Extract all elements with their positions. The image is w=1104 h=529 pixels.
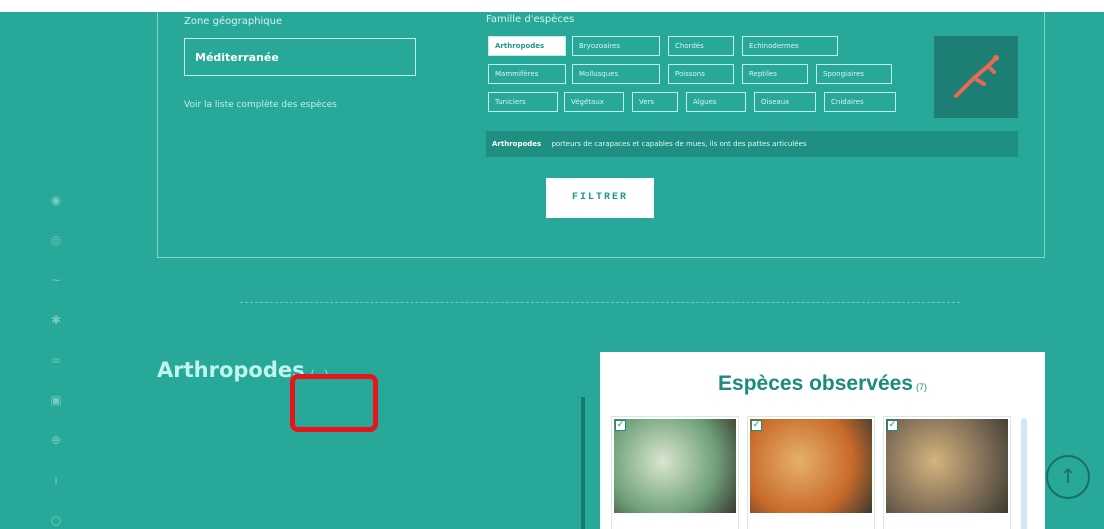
family-chip[interactable]: Vers	[632, 92, 678, 112]
home-icon[interactable]: ◉	[48, 192, 64, 208]
section-title: Arthropodes	[157, 358, 305, 382]
section-divider	[240, 302, 960, 303]
description-title: Arthropodes	[492, 140, 542, 148]
family-chip[interactable]: Reptiles	[742, 64, 808, 84]
globe-icon[interactable]: ⊕	[48, 432, 64, 448]
fish-icon[interactable]: ∞	[48, 352, 64, 368]
panel-accent-line	[581, 397, 585, 529]
checkbox-icon[interactable]: ✓	[887, 420, 898, 431]
species-photo	[886, 419, 1008, 513]
checkbox-icon[interactable]: ✓	[615, 420, 626, 431]
scroll-top-button[interactable]: ↑	[1046, 455, 1090, 499]
species-list-link[interactable]: Voir la liste complète des espèces	[184, 100, 337, 110]
info-icon[interactable]: ○	[48, 512, 64, 528]
star-icon[interactable]: ✱	[48, 312, 64, 328]
filter-button[interactable]: FILTRER	[546, 178, 654, 218]
arthropod-icon	[954, 55, 999, 98]
zone-label: Zone géographique	[184, 16, 283, 27]
family-chip[interactable]: Bryozoaires	[572, 36, 660, 56]
family-chip[interactable]: Echinodermes	[742, 36, 838, 56]
zone-select[interactable]: Méditerranée	[184, 38, 416, 76]
family-chip[interactable]: Mammifères	[488, 64, 566, 84]
observed-scrollbar[interactable]	[1021, 418, 1027, 529]
family-chip[interactable]: Mollusques	[572, 64, 660, 84]
family-chip[interactable]: Spongiaires	[816, 64, 892, 84]
target-icon[interactable]: ◎	[48, 232, 64, 248]
family-chip[interactable]: Cnidaires	[824, 92, 896, 112]
family-chip[interactable]: Arthropodes	[488, 36, 566, 56]
family-chip[interactable]: Oiseaux	[754, 92, 816, 112]
observed-title-row: Espèces observées (7)	[600, 372, 1045, 396]
family-thumbnail	[934, 36, 1018, 118]
species-card[interactable]: ✓	[747, 416, 875, 529]
observed-count: (7)	[915, 382, 927, 392]
observed-title: Espèces observées	[718, 372, 913, 395]
grid-icon[interactable]: ▣	[48, 392, 64, 408]
observed-species-panel: Espèces observées (7) ✓ ✓ ✓	[600, 352, 1045, 529]
family-chip[interactable]: Végétaux	[564, 92, 624, 112]
species-card[interactable]: ✓	[611, 416, 739, 529]
checkbox-icon[interactable]: ✓	[751, 420, 762, 431]
page-background: ◉ ◎ ∼ ✱ ∞ ▣ ⊕ ı ○ Zone géographique Médi…	[0, 12, 1104, 529]
filter-panel: Zone géographique Méditerranée Voir la l…	[157, 12, 1045, 258]
family-label: Famille d'espèces	[486, 14, 575, 25]
description-text: porteurs de carapaces et capables de mue…	[551, 140, 807, 148]
wave-icon[interactable]: ∼	[48, 272, 64, 288]
family-chip[interactable]: Poissons	[668, 64, 734, 84]
highlight-box	[290, 374, 378, 432]
species-photo	[614, 419, 736, 513]
family-chip[interactable]: Tuniciers	[488, 92, 558, 112]
family-chip[interactable]: Chordés	[668, 36, 734, 56]
person-icon[interactable]: ı	[48, 472, 64, 488]
family-description: Arthropodes porteurs de carapaces et cap…	[486, 131, 1018, 157]
family-chip[interactable]: Algues	[686, 92, 746, 112]
species-photo	[750, 419, 872, 513]
species-card[interactable]: ✓	[883, 416, 1011, 529]
